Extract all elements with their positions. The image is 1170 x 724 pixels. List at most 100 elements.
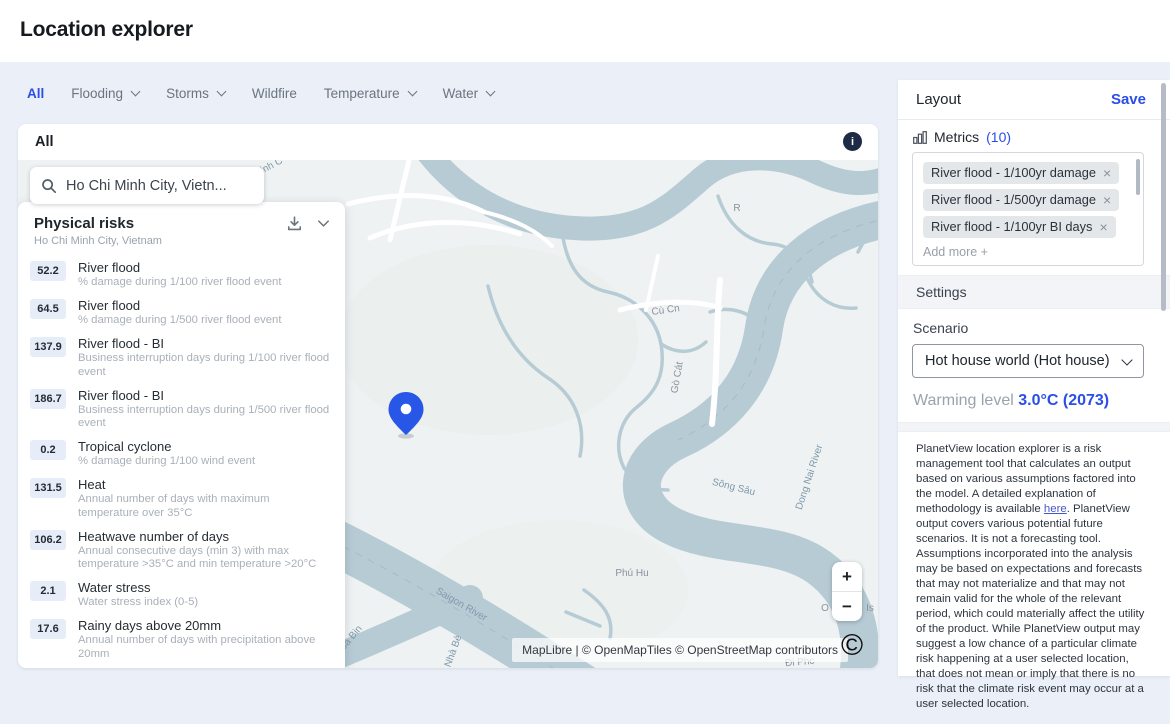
metrics-label: Metrics <box>934 129 979 145</box>
risk-item: 0.2 Tropical cyclone % damage during 1/1… <box>30 439 331 468</box>
layout-label: Layout <box>916 91 961 108</box>
save-button[interactable]: Save <box>1111 91 1146 108</box>
location-searchbox <box>30 167 264 204</box>
risk-item: 64.5 River flood % damage during 1/500 r… <box>30 298 331 327</box>
zoom-in-button[interactable]: + <box>832 562 862 591</box>
risk-title: River flood <box>78 298 281 313</box>
warming-level-label: Warming level <box>913 392 1014 409</box>
risk-title: River flood <box>78 260 281 275</box>
warming-level-value: 3.0°C (2073) <box>1018 392 1109 409</box>
risk-description: Annual number of days with maximum tempe… <box>78 493 331 519</box>
map[interactable]: inh C R Cù Cn Gò Cát Sông Sâu Dong Nai R… <box>18 160 878 668</box>
tab-flooding[interactable]: Flooding <box>71 86 139 101</box>
scenario-selected-value: Hot house world (Hot house) <box>925 353 1110 369</box>
risk-description: % damage during 1/100 wind event <box>78 455 255 468</box>
page-title: Location explorer <box>20 18 193 42</box>
risk-description: Business interruption days during 1/100 … <box>78 352 331 378</box>
physical-risks-panel: Physical risks Ho Chi Minh City, Vietnam… <box>18 202 345 668</box>
risk-description: % damage during 1/100 river flood event <box>78 276 281 289</box>
map-attribution: MapLibre | © OpenMapTiles © OpenStreetMa… <box>512 638 848 662</box>
risk-item: 2.1 Water stress Water stress index (0-5… <box>30 580 331 609</box>
warming-level-row: Warming level 3.0°C (2073) <box>913 392 1152 410</box>
map-label: Is <box>866 603 874 614</box>
category-tabbar: All Flooding Storms Wildfire Temperature… <box>0 62 494 124</box>
tab-temperature[interactable]: Temperature <box>324 86 416 101</box>
layout-sidebar: Layout Save Metrics (10) River flood - 1… <box>898 80 1170 676</box>
search-input[interactable] <box>66 178 253 194</box>
attribution-copyright-icon[interactable]: © <box>837 631 867 661</box>
risk-description: Annual number of days with precipitation… <box>78 634 331 660</box>
risk-description: Business interruption days during 1/500 … <box>78 404 331 430</box>
info-button[interactable]: i <box>843 132 862 151</box>
tab-water[interactable]: Water <box>443 86 495 101</box>
zoom-out-button[interactable]: − <box>832 592 862 621</box>
chevron-down-icon <box>407 86 417 96</box>
selected-metrics-box: River flood - 1/100yr damage × River flo… <box>912 152 1144 266</box>
risk-title: Rainy days above 20mm <box>78 618 331 633</box>
risk-title: River flood - BI <box>78 388 331 403</box>
methodology-link[interactable]: here <box>1044 503 1067 515</box>
collapse-chevron-icon[interactable] <box>315 215 332 232</box>
download-icon[interactable] <box>286 215 303 232</box>
metric-chip-label: River flood - 1/100yr damage <box>931 165 1096 180</box>
chevron-down-icon <box>1121 354 1132 365</box>
physical-risks-location: Ho Chi Minh City, Vietnam <box>34 235 329 247</box>
tab-storms[interactable]: Storms <box>166 86 225 101</box>
risk-title: Heatwave number of days <box>78 529 331 544</box>
risk-value-badge: 17.6 <box>30 619 66 639</box>
info-icon: i <box>851 136 854 148</box>
risk-value-badge: 186.7 <box>30 389 66 409</box>
risk-list: 52.2 River flood % damage during 1/100 r… <box>18 252 345 668</box>
remove-icon[interactable]: × <box>1103 166 1111 180</box>
app-header: Location explorer <box>0 0 1170 62</box>
settings-section-header: Settings <box>898 275 1170 309</box>
risk-title: Water stress <box>78 580 198 595</box>
risk-title: Heat <box>78 477 331 492</box>
map-card-title: All <box>35 134 54 150</box>
risk-item: 186.7 River flood - BI Business interrup… <box>30 388 331 430</box>
risk-value-badge: 2.1 <box>30 581 66 601</box>
physical-risks-header: Physical risks Ho Chi Minh City, Vietnam <box>18 202 345 252</box>
risk-description: Annual consecutive days (min 3) with max… <box>78 545 331 571</box>
risk-value-badge: 0.2 <box>30 440 66 460</box>
layout-header-row: Layout Save <box>898 80 1170 120</box>
risk-item: 106.2 Heatwave number of days Annual con… <box>30 529 331 571</box>
metric-chip[interactable]: River flood - 1/100yr BI days × <box>923 216 1116 238</box>
map-label: O <box>821 603 829 614</box>
risk-description: % damage during 1/500 river flood event <box>78 314 281 327</box>
map-label: R <box>733 203 740 214</box>
risk-description: Water stress index (0-5) <box>78 596 198 609</box>
risk-title: Tropical cyclone <box>78 439 255 454</box>
remove-icon[interactable]: × <box>1099 220 1107 234</box>
page-scrollbar[interactable] <box>1161 83 1166 311</box>
bar-chart-icon <box>913 131 927 144</box>
scenario-select[interactable]: Hot house world (Hot house) <box>912 344 1144 378</box>
risk-value-badge: 52.2 <box>30 261 66 281</box>
add-more-button[interactable]: Add more + <box>923 245 1133 259</box>
risk-item: 131.5 Heat Annual number of days with ma… <box>30 477 331 519</box>
risk-value-badge: 106.2 <box>30 530 66 550</box>
metrics-box-scrollbar[interactable] <box>1136 159 1140 195</box>
remove-icon[interactable]: × <box>1103 193 1111 207</box>
map-label: Phú Hu <box>615 568 648 579</box>
chevron-down-icon <box>131 86 141 96</box>
metric-chip-label: River flood - 1/100yr BI days <box>931 219 1092 234</box>
chevron-down-icon <box>486 86 496 96</box>
map-zoom-control: + − <box>832 562 862 621</box>
map-card: All i <box>18 124 878 668</box>
chevron-down-icon <box>216 86 226 96</box>
disclaimer-text: PlanetView location explorer is a risk m… <box>916 442 1148 712</box>
risk-value-badge: 137.9 <box>30 337 66 357</box>
physical-risks-title: Physical risks <box>34 215 329 232</box>
disclaimer-part2: . PlanetView output covers various poten… <box>916 503 1144 710</box>
tab-all[interactable]: All <box>27 86 44 101</box>
risk-item: 137.9 River flood - BI Business interrup… <box>30 336 331 378</box>
risk-value-badge: 64.5 <box>30 299 66 319</box>
risk-item: 52.2 River flood % damage during 1/100 r… <box>30 260 331 289</box>
metric-chip[interactable]: River flood - 1/500yr damage × <box>923 189 1119 211</box>
metrics-row: Metrics (10) <box>913 129 1152 145</box>
metric-chip-label: River flood - 1/500yr damage <box>931 192 1096 207</box>
metric-chip[interactable]: River flood - 1/100yr damage × <box>923 162 1119 184</box>
risk-title: River flood - BI <box>78 336 331 351</box>
tab-wildfire[interactable]: Wildfire <box>252 86 297 101</box>
